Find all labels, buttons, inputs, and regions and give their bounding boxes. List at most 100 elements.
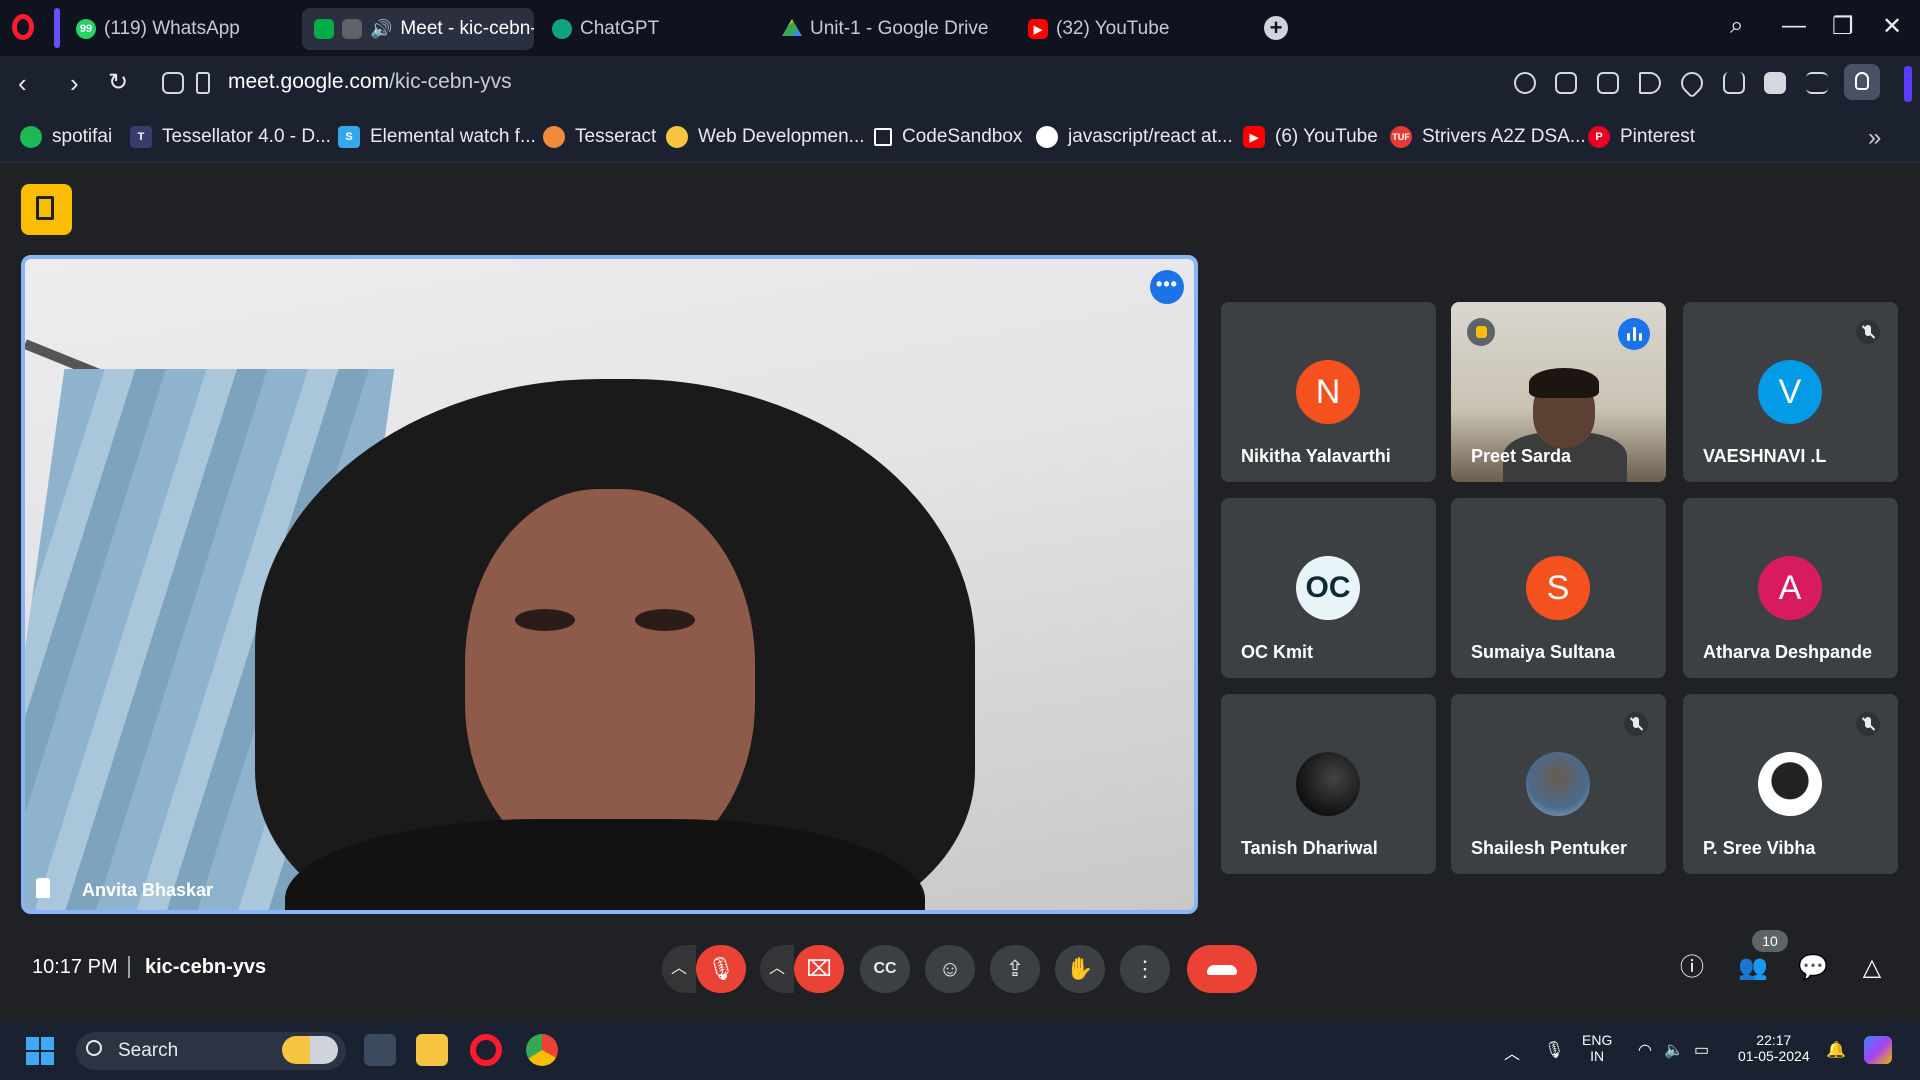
tab-whatsapp[interactable]: 99 (119) WhatsApp <box>64 8 288 50</box>
participant-name: Sumaiya Sultana <box>1471 642 1616 662</box>
bookmark-codesandbox[interactable]: CodeSandbox <box>874 126 1022 148</box>
camera-off-button[interactable]: ⌧ <box>794 945 844 993</box>
host-controls-icon[interactable] <box>21 184 72 235</box>
battery-saver-icon[interactable] <box>1764 72 1786 94</box>
bookmark-github[interactable]: javascript/react at... <box>1036 126 1233 148</box>
bookmark-pinterest[interactable]: P Pinterest <box>1588 126 1695 148</box>
show-hidden-icons-chevron[interactable]: ︿ <box>1504 1040 1520 1064</box>
edit-icon[interactable] <box>1555 72 1577 94</box>
avatar: OC <box>1296 556 1360 620</box>
pin-icon[interactable] <box>36 878 50 898</box>
bookmark-spotifai[interactable]: spotifai <box>20 126 112 148</box>
new-tab-button[interactable]: + <box>1264 16 1288 40</box>
volume-icon[interactable]: 🔈 <box>1664 1040 1684 1060</box>
chrome-taskbar-icon[interactable] <box>526 1034 558 1066</box>
participant-tile[interactable]: Shailesh Pentuker <box>1451 694 1666 874</box>
spotify-icon <box>20 126 42 148</box>
participant-name: Preet Sarda <box>1471 446 1572 466</box>
participant-tile-video[interactable]: Preet Sarda <box>1451 302 1666 482</box>
tab-chatgpt[interactable]: ChatGPT <box>540 8 760 50</box>
picture-in-picture-icon[interactable] <box>342 19 362 39</box>
present-screen-button[interactable]: ⇪ <box>990 945 1040 993</box>
avatar-image <box>1526 752 1590 816</box>
bookmark-youtube[interactable]: ▶ (6) YouTube <box>1243 126 1378 148</box>
battery-icon[interactable]: ▭ <box>1694 1040 1709 1060</box>
participant-name: OC Kmit <box>1241 642 1313 662</box>
activities-icon[interactable]: △ <box>1858 954 1886 982</box>
thumbs-down-reaction-icon <box>1467 318 1495 346</box>
windows-start-icon[interactable] <box>26 1037 54 1065</box>
bookmark-tesseract[interactable]: Tesseract <box>543 126 656 148</box>
close-window-button[interactable]: ✕ <box>1882 12 1902 41</box>
participant-tile[interactable]: P. Sree Vibha <box>1683 694 1898 874</box>
tab-label: Unit-1 - Google Drive <box>810 18 989 39</box>
weather-widget-icon[interactable] <box>282 1036 338 1064</box>
wifi-icon[interactable]: ◠ <box>1638 1040 1652 1060</box>
screenshot-camera-icon[interactable] <box>1597 72 1619 94</box>
bookmark-strivers[interactable]: TUF Strivers A2Z DSA... <box>1390 126 1586 148</box>
youtube-icon: ▶ <box>1028 19 1048 39</box>
url-domain: meet.google.com <box>228 70 390 93</box>
main-speaker-name: Anvita Bhaskar <box>82 880 214 900</box>
chat-icon[interactable]: 💬 <box>1798 954 1828 982</box>
file-explorer-icon[interactable] <box>416 1034 448 1066</box>
tile-more-options-button[interactable]: ••• <box>1150 270 1184 304</box>
participant-tile[interactable]: Tanish Dhariwal <box>1221 694 1436 874</box>
search-tabs-icon[interactable]: ⌕ <box>1730 12 1743 40</box>
opera-taskbar-icon[interactable] <box>470 1034 502 1066</box>
avatar: N <box>1296 360 1360 424</box>
bookmark-elemental[interactable]: S Elemental watch f... <box>338 126 536 148</box>
lock-icon[interactable] <box>196 72 210 94</box>
bookmark-label: Tesseract <box>575 126 657 147</box>
participant-tile[interactable]: S Sumaiya Sultana <box>1451 498 1666 678</box>
microphone-tray-icon[interactable]: 🎙 <box>1544 1040 1564 1060</box>
easy-setup-icon[interactable] <box>1806 72 1828 94</box>
bookmark-web-development[interactable]: Web Developmen... <box>666 126 865 148</box>
speaker-eye <box>515 609 575 631</box>
tab-google-drive[interactable]: Unit-1 - Google Drive <box>770 8 1010 50</box>
webdev-icon <box>666 126 688 148</box>
restore-button[interactable]: ❐ <box>1832 12 1854 41</box>
speaker-audio-icon[interactable]: 🔊 <box>370 19 392 40</box>
leave-call-button[interactable] <box>1187 945 1257 993</box>
profile-icon[interactable] <box>1844 64 1880 100</box>
mic-off-button[interactable]: 🎙 <box>696 945 746 993</box>
participant-tile[interactable]: OC OC Kmit <box>1221 498 1436 678</box>
meeting-code: kic-cebn-yvs <box>145 956 267 978</box>
more-options-button[interactable]: ⋮ <box>1120 945 1170 993</box>
camera-permission-icon[interactable] <box>162 72 184 94</box>
forward-button[interactable]: › <box>70 68 79 99</box>
bookmark-label: Pinterest <box>1620 126 1695 147</box>
reload-button[interactable]: ↻ <box>108 68 128 97</box>
tab-label: Meet - kic-cebn-yvs <box>400 18 534 39</box>
participant-tile[interactable]: A Atharva Deshpande <box>1683 498 1898 678</box>
raise-hand-button[interactable]: ✋ <box>1055 945 1105 993</box>
tab-google-meet[interactable]: 🔊 Meet - kic-cebn-yvs <box>302 8 534 50</box>
main-speaker-video[interactable] <box>21 255 1198 914</box>
notifications-bell-icon[interactable]: 🔔 <box>1826 1040 1846 1060</box>
send-icon[interactable] <box>1639 72 1661 94</box>
bookmark-tessellator[interactable]: T Tessellator 4.0 - D... <box>130 126 331 148</box>
back-button[interactable]: ‹ <box>18 68 27 99</box>
download-icon[interactable] <box>1723 72 1745 94</box>
zoom-search-icon[interactable] <box>1514 72 1536 94</box>
participant-name: Atharva Deshpande <box>1703 642 1873 662</box>
tab-youtube[interactable]: ▶ (32) YouTube <box>1016 8 1216 50</box>
calculator-icon[interactable] <box>364 1034 396 1066</box>
opera-logo-icon[interactable] <box>12 14 34 40</box>
clock-tray[interactable]: 22:17 01-05-2024 <box>1738 1032 1810 1064</box>
copilot-icon[interactable] <box>1864 1036 1892 1064</box>
meeting-info-icon[interactable]: ⓘ <box>1678 954 1706 982</box>
bookmarks-overflow-icon[interactable]: » <box>1868 124 1881 152</box>
url-field[interactable]: meet.google.com/kic-cebn-yvs <box>228 70 512 94</box>
people-icon[interactable]: 👥 <box>1738 954 1768 982</box>
minimize-button[interactable]: — <box>1782 12 1806 40</box>
language-indicator[interactable]: ENG IN <box>1582 1032 1612 1064</box>
participant-tile[interactable]: N Nikitha Yalavarthi <box>1221 302 1436 482</box>
participant-tile[interactable]: V VAESHNAVI .L <box>1683 302 1898 482</box>
emoji-reaction-button[interactable]: ☺ <box>925 945 975 993</box>
participant-name: P. Sree Vibha <box>1703 838 1816 858</box>
speaker-eye <box>635 609 695 631</box>
tray-date: 01-05-2024 <box>1738 1048 1810 1064</box>
captions-button[interactable]: CC <box>860 945 910 993</box>
